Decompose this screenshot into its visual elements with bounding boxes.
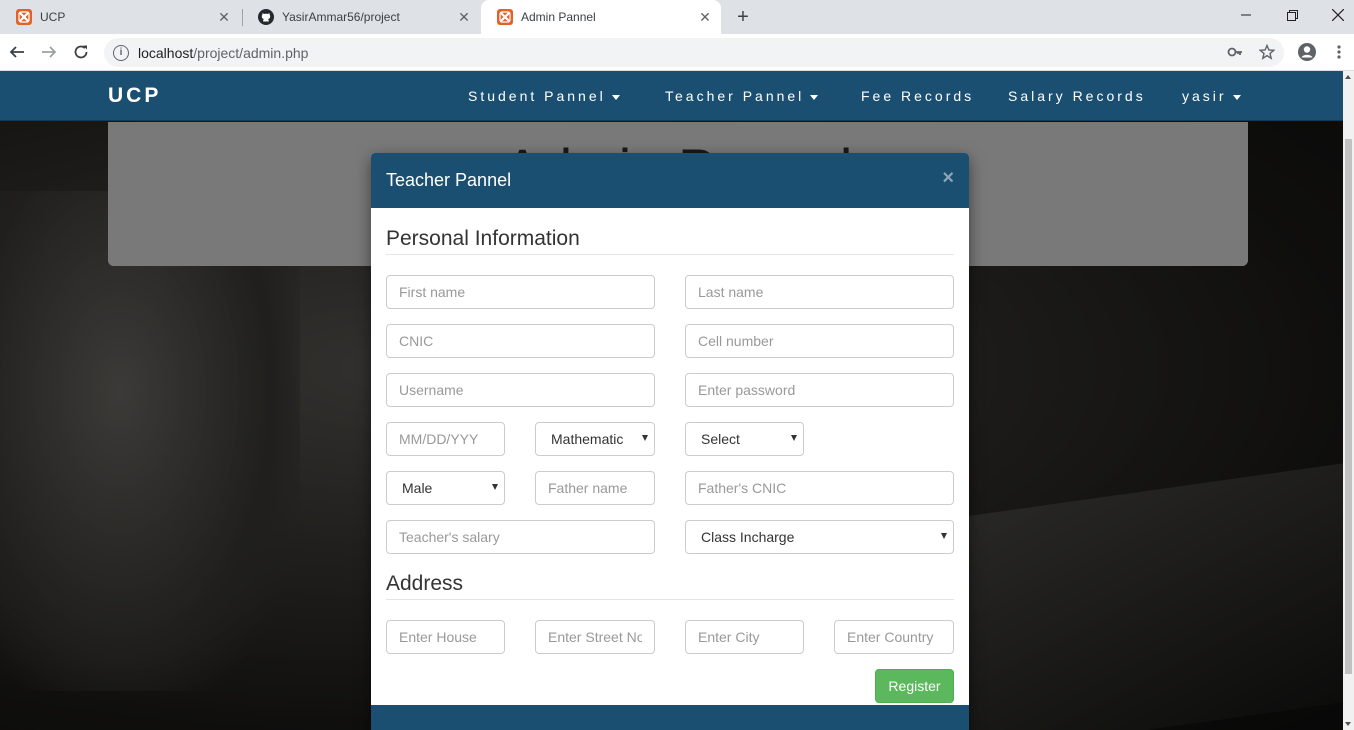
browser-toolbar: i localhost/project/admin.php bbox=[0, 34, 1354, 71]
scrollbar-thumb[interactable] bbox=[1345, 139, 1352, 674]
caret-down-icon bbox=[810, 94, 819, 100]
street-input[interactable] bbox=[535, 620, 655, 654]
father-name-input[interactable] bbox=[535, 471, 655, 505]
nav-student-pannel[interactable]: Student Pannel bbox=[468, 88, 620, 104]
username-input[interactable] bbox=[386, 373, 655, 407]
address-heading: Address bbox=[386, 572, 464, 595]
cnic-input[interactable] bbox=[386, 324, 655, 358]
class-incharge-select[interactable]: Class Incharge bbox=[685, 520, 954, 554]
window-close-icon[interactable] bbox=[1315, 0, 1354, 30]
nav-salary-records[interactable]: Salary Records bbox=[1008, 88, 1146, 104]
dropdown-arrow-icon bbox=[791, 435, 797, 441]
address-bar[interactable]: i localhost/project/admin.php bbox=[104, 38, 1284, 67]
select-value: Mathematic bbox=[551, 431, 624, 447]
more-menu-icon[interactable] bbox=[1327, 40, 1351, 64]
modal-title: Teacher Pannel bbox=[386, 170, 512, 190]
tab-title: YasirAmmar56/project bbox=[282, 10, 400, 24]
reload-icon[interactable] bbox=[69, 40, 93, 64]
select-value: Male bbox=[402, 480, 433, 496]
browser-tab-github[interactable]: YasirAmmar56/project ✕ bbox=[242, 0, 480, 34]
cell-number-input[interactable] bbox=[685, 324, 954, 358]
browser-tab-admin[interactable]: Admin Pannel ✕ bbox=[481, 0, 721, 34]
divider bbox=[386, 254, 954, 255]
subject-select[interactable]: Mathematic bbox=[535, 422, 655, 456]
salary-input[interactable] bbox=[386, 520, 655, 554]
site-navbar: UCP Student Pannel Teacher Pannel Fee Re… bbox=[0, 71, 1343, 121]
close-icon[interactable]: × bbox=[942, 167, 954, 190]
restore-icon[interactable] bbox=[1269, 0, 1315, 30]
forward-arrow-icon[interactable] bbox=[37, 40, 61, 64]
dob-input[interactable] bbox=[386, 422, 505, 456]
city-input[interactable] bbox=[685, 620, 804, 654]
browser-tabstrip: UCP ✕ YasirAmmar56/project ✕ Admin Panne… bbox=[0, 0, 1354, 34]
nav-fee-records[interactable]: Fee Records bbox=[861, 88, 974, 104]
new-tab-button[interactable]: + bbox=[732, 6, 754, 28]
tab-title: UCP bbox=[40, 10, 66, 24]
browser-tab-ucp[interactable]: UCP ✕ bbox=[0, 0, 240, 34]
modal-header: Teacher Pannel × bbox=[371, 153, 969, 208]
house-input[interactable] bbox=[386, 620, 505, 654]
scroll-down-arrow-icon[interactable] bbox=[1345, 722, 1351, 726]
dropdown-arrow-icon bbox=[492, 484, 498, 490]
url-text: localhost/project/admin.php bbox=[138, 44, 309, 61]
gender-select[interactable]: Male bbox=[386, 471, 505, 505]
close-icon[interactable]: ✕ bbox=[697, 9, 713, 25]
select-value: Select bbox=[701, 431, 740, 447]
nav-teacher-pannel[interactable]: Teacher Pannel bbox=[665, 88, 819, 104]
register-button[interactable]: Register bbox=[875, 669, 954, 703]
page-scrollbar[interactable] bbox=[1343, 71, 1354, 730]
country-input[interactable] bbox=[834, 620, 954, 654]
site-info-icon[interactable]: i bbox=[113, 44, 129, 61]
xampp-icon bbox=[16, 9, 32, 25]
first-name-input[interactable] bbox=[386, 275, 655, 309]
dropdown-arrow-icon bbox=[941, 533, 947, 539]
last-name-input[interactable] bbox=[685, 275, 954, 309]
xampp-icon bbox=[497, 9, 513, 25]
select-value: Class Incharge bbox=[701, 529, 795, 545]
caret-down-icon bbox=[1232, 94, 1241, 100]
back-arrow-icon[interactable] bbox=[5, 40, 29, 64]
personal-info-heading: Personal Information bbox=[386, 227, 580, 250]
modal-footer bbox=[371, 705, 969, 730]
bookmark-star-icon[interactable] bbox=[1255, 40, 1279, 64]
caret-down-icon bbox=[611, 94, 620, 100]
generic-select[interactable]: Select bbox=[685, 422, 804, 456]
key-icon[interactable] bbox=[1223, 40, 1247, 64]
divider bbox=[386, 599, 954, 600]
minimize-icon[interactable] bbox=[1223, 0, 1269, 30]
scroll-up-arrow-icon[interactable] bbox=[1345, 75, 1351, 79]
dropdown-arrow-icon bbox=[642, 435, 648, 441]
brand-logo[interactable]: UCP bbox=[108, 84, 161, 108]
close-icon[interactable]: ✕ bbox=[456, 9, 472, 25]
nav-user-menu[interactable]: yasir bbox=[1182, 88, 1241, 104]
page-body: UCP Student Pannel Teacher Pannel Fee Re… bbox=[0, 71, 1343, 730]
tab-title: Admin Pannel bbox=[521, 10, 596, 24]
close-icon[interactable]: ✕ bbox=[216, 9, 232, 25]
github-icon bbox=[258, 9, 274, 25]
profile-avatar-icon[interactable] bbox=[1295, 40, 1319, 64]
father-cnic-input[interactable] bbox=[685, 471, 954, 505]
password-input[interactable] bbox=[685, 373, 954, 407]
teacher-modal: Teacher Pannel × Personal Information Ma… bbox=[371, 153, 969, 730]
